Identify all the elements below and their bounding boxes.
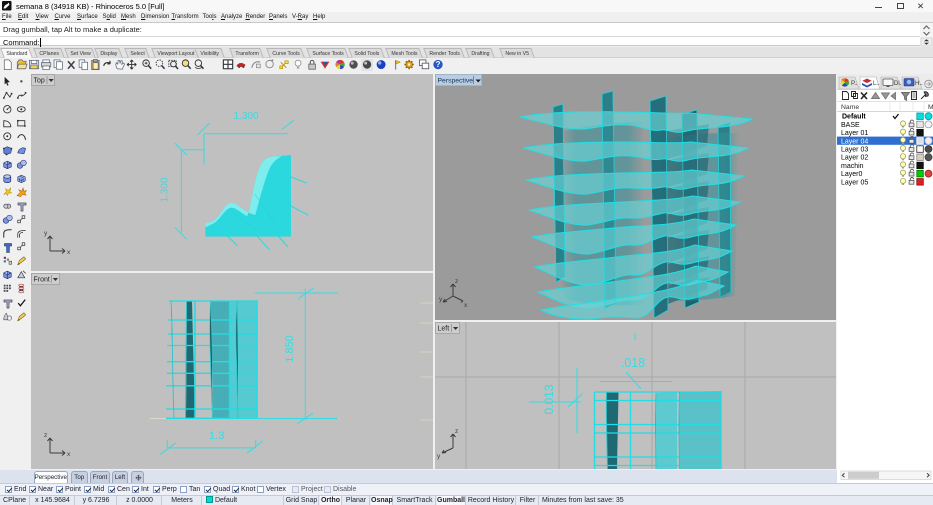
svg-text:1.850: 1.850	[284, 335, 296, 363]
svg-text:y: y	[44, 230, 48, 237]
svg-text:z: z	[44, 432, 47, 439]
svg-text:Front: Front	[34, 277, 50, 284]
svg-text:x: x	[464, 302, 468, 309]
svg-text:Perspective: Perspective	[438, 78, 474, 85]
svg-text:0.013: 0.013	[542, 384, 556, 414]
svg-text:Top: Top	[34, 78, 45, 85]
svg-text:x: x	[67, 249, 71, 256]
svg-text:z: z	[455, 428, 458, 435]
svg-text:y: y	[439, 296, 443, 303]
svg-text:y: y	[437, 453, 441, 460]
svg-text:1.300: 1.300	[159, 177, 170, 202]
svg-text:.018: .018	[621, 356, 645, 370]
svg-text:Left: Left	[438, 326, 450, 333]
svg-text:z: z	[455, 278, 458, 285]
svg-text:1.300: 1.300	[233, 111, 258, 122]
svg-text:?: ?	[436, 60, 441, 69]
svg-text:x: x	[67, 451, 71, 458]
svg-text:1.3: 1.3	[209, 430, 224, 442]
